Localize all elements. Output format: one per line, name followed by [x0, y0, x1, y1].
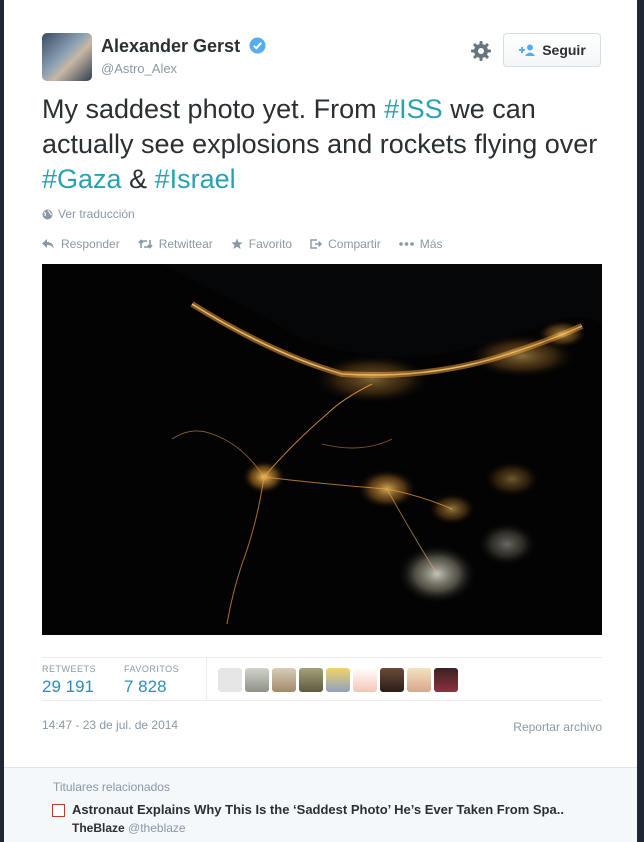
tweet-photo[interactable] [42, 264, 602, 635]
share-button[interactable]: Compartir [310, 237, 381, 251]
retweet-label: Retwittear [158, 237, 213, 251]
retweets-stat[interactable]: RETWEETS 29 191 [42, 664, 96, 697]
reply-button[interactable]: Responder [42, 237, 120, 251]
star-icon [231, 238, 243, 249]
retweets-count[interactable]: 29 191 [42, 677, 96, 697]
tweet-actions: Responder Retwittear Favorito Compartir … [42, 237, 442, 251]
author-name[interactable]: Alexander Gerst [101, 36, 266, 57]
tweet-text-part: & [121, 164, 155, 194]
verified-badge-icon [249, 37, 266, 54]
share-label: Compartir [328, 237, 381, 251]
avatar[interactable] [407, 668, 431, 692]
share-icon [310, 239, 323, 249]
translate-label: Ver traducción [58, 207, 135, 221]
globe-icon [42, 209, 53, 219]
tweet-text-part: My saddest photo yet. From [42, 94, 385, 124]
author-name-text[interactable]: Alexander Gerst [101, 36, 240, 56]
follow-button[interactable]: Seguir [503, 33, 601, 67]
author-handle[interactable]: @Astro_Alex [101, 61, 177, 76]
tweet-card: Alexander Gerst @Astro_Alex Seguir My sa… [4, 0, 637, 842]
tweet-timestamp[interactable]: 14:47 - 23 de jul. de 2014 [42, 718, 178, 732]
favoriter-avatars [218, 668, 458, 692]
related-headline-link[interactable]: Astronaut Explains Why This Is the ‘Sadd… [72, 802, 612, 817]
night-earth-image [42, 264, 602, 635]
related-heading: Titulares relacionados [53, 780, 170, 794]
avatar[interactable] [272, 668, 296, 692]
favorite-button[interactable]: Favorito [231, 237, 292, 251]
hashtag-link[interactable]: #Israel [155, 164, 236, 194]
hashtag-link[interactable]: #Gaza [42, 164, 122, 194]
reply-label: Responder [61, 237, 120, 251]
report-link[interactable]: Reportar archivo [513, 720, 602, 734]
hashtag-link[interactable]: #ISS [384, 94, 443, 124]
retweet-icon [138, 239, 153, 249]
favorites-count[interactable]: 7 828 [124, 677, 179, 697]
follow-user-icon [519, 44, 536, 56]
tweet-stats: RETWEETS 29 191 FAVORITOS 7 828 [42, 657, 602, 701]
retweet-button[interactable]: Retwittear [138, 237, 213, 251]
avatar[interactable] [380, 668, 404, 692]
avatar[interactable] [353, 668, 377, 692]
translate-link[interactable]: Ver traducción [42, 207, 135, 221]
more-dots-icon [398, 242, 414, 246]
stats-divider [206, 658, 207, 700]
favorite-label: Favorito [248, 237, 293, 251]
favorites-stat[interactable]: FAVORITOS 7 828 [124, 664, 179, 697]
related-source-handle[interactable]: @theblaze [128, 821, 186, 835]
related-source[interactable]: TheBlaze @theblaze [72, 821, 186, 835]
avatar[interactable] [218, 668, 242, 692]
reply-icon [42, 239, 54, 249]
avatar[interactable] [299, 668, 323, 692]
avatar[interactable] [42, 33, 92, 81]
more-button[interactable]: Más [398, 237, 443, 251]
follow-label: Seguir [542, 42, 586, 58]
news-source-icon [52, 804, 65, 817]
favorites-label: FAVORITOS [124, 664, 180, 674]
related-headlines: Titulares relacionados Astronaut Explain… [4, 767, 637, 842]
avatar[interactable] [326, 668, 350, 692]
related-source-name[interactable]: TheBlaze [72, 821, 125, 835]
retweets-label: RETWEETS [42, 664, 97, 674]
gear-icon[interactable] [470, 40, 492, 62]
avatar[interactable] [434, 668, 458, 692]
avatar[interactable] [245, 668, 269, 692]
more-label: Más [419, 237, 443, 251]
tweet-text: My saddest photo yet. From #ISS we can a… [42, 92, 602, 197]
